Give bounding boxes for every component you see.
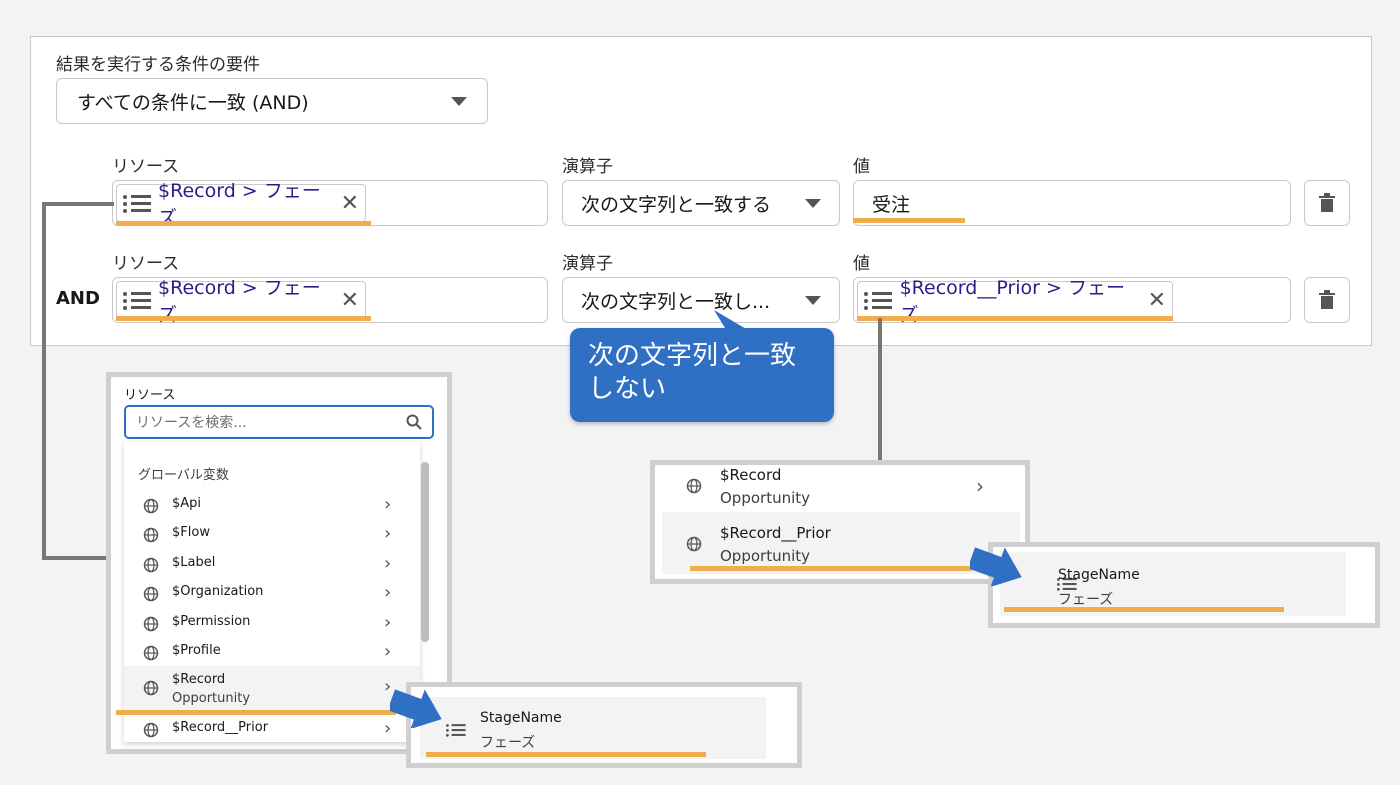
dropdown-item-name[interactable]: $Record [172, 672, 225, 687]
search-placeholder: リソースを検索... [136, 415, 247, 431]
record-item-name: $Record__Prior [720, 524, 831, 542]
highlight-underline [426, 752, 706, 757]
globe-icon [686, 478, 702, 494]
globe-icon [143, 645, 159, 661]
chevron-down-icon [451, 96, 467, 106]
resource-label: リソース [112, 157, 180, 177]
highlight-underline [116, 221, 371, 226]
list-icon [123, 192, 151, 214]
stage-sub: フェーズ [480, 735, 536, 751]
trash-icon [1319, 193, 1335, 212]
dropdown-item-highlight [124, 666, 420, 712]
chevron-right-icon[interactable]: › [384, 494, 391, 515]
globe-icon [686, 536, 702, 552]
close-icon[interactable]: ✕ [341, 191, 359, 216]
condition-logic-value: すべての条件に一致 (AND) [77, 91, 309, 114]
dropdown-label: リソース [124, 388, 176, 403]
operator-tooltip: 次の文字列と一致 しない [570, 328, 834, 422]
chevron-right-icon[interactable]: › [976, 474, 984, 498]
dropdown-item-sub: Opportunity [172, 691, 251, 706]
list-icon [123, 289, 151, 311]
tooltip-line1: 次の文字列と一致 [588, 341, 797, 371]
dropdown-item-name[interactable]: $Api [172, 496, 201, 511]
record-item-sub: Opportunity [720, 489, 811, 507]
value-label: 値 [853, 254, 870, 274]
stage-name: StageName [480, 710, 562, 726]
globe-icon [143, 498, 159, 514]
close-icon[interactable]: ✕ [1148, 288, 1166, 313]
chevron-down-icon [805, 295, 821, 305]
operator-select[interactable]: 次の文字列と一致する [562, 180, 840, 226]
value-label: 値 [853, 157, 870, 177]
list-icon [864, 289, 892, 311]
chevron-right-icon[interactable]: › [384, 612, 391, 633]
globe-icon [143, 616, 159, 632]
tooltip-line2: しない [588, 374, 667, 404]
resource-pill[interactable]: $Record > フェーズ ✕ [116, 277, 366, 326]
logic-and-label: AND [56, 288, 100, 309]
highlight-underline [116, 316, 371, 321]
scrollbar[interactable] [421, 462, 429, 642]
connector-line [42, 202, 46, 560]
condition-section-label: 結果を実行する条件の要件 [56, 55, 260, 75]
list-icon [446, 722, 466, 737]
resource-search-input[interactable]: リソースを検索... [124, 405, 434, 439]
operator-label: 演算子 [562, 254, 613, 274]
dropdown-item-name[interactable]: $Permission [172, 614, 250, 629]
group-heading: グローバル変数 [138, 468, 229, 483]
chevron-right-icon[interactable]: › [384, 523, 391, 544]
highlight-underline [857, 316, 1173, 321]
connector-line [878, 318, 882, 464]
search-icon [406, 414, 422, 430]
arrow-right-icon [390, 689, 442, 728]
globe-icon [143, 680, 159, 696]
value-pill[interactable]: $Record__Prior > フェーズ ✕ [857, 277, 1173, 326]
highlight-underline [1004, 607, 1284, 612]
stage-option[interactable] [420, 697, 766, 759]
resource-pill[interactable]: $Record > フェーズ ✕ [116, 180, 366, 229]
globe-icon [143, 722, 159, 738]
chevron-right-icon[interactable]: › [384, 553, 391, 574]
chevron-right-icon[interactable]: › [384, 582, 391, 603]
close-icon[interactable]: ✕ [341, 288, 359, 313]
record-item-sub: Opportunity [720, 547, 811, 565]
dropdown-item-name[interactable]: $Organization [172, 584, 263, 599]
dropdown-item-name[interactable]: $Flow [172, 525, 210, 540]
globe-icon [143, 586, 159, 602]
condition-logic-select[interactable]: すべての条件に一致 (AND) [56, 78, 488, 124]
delete-button[interactable] [1304, 277, 1350, 323]
resource-label: リソース [112, 254, 180, 274]
highlight-underline [690, 566, 972, 571]
highlight-underline [853, 218, 965, 223]
trash-icon [1319, 290, 1335, 309]
connector-line [42, 202, 114, 206]
dropdown-item-name[interactable]: $Profile [172, 643, 221, 658]
stage-name: StageName [1058, 567, 1140, 583]
stage-sub: フェーズ [1058, 592, 1114, 608]
value-text: 受注 [872, 193, 911, 216]
globe-icon [143, 557, 159, 573]
dropdown-item-name[interactable]: $Record__Prior [172, 720, 268, 735]
dropdown-item-name[interactable]: $Label [172, 555, 215, 570]
chevron-right-icon[interactable]: › [384, 641, 391, 662]
operator-label: 演算子 [562, 157, 613, 177]
chevron-down-icon [805, 198, 821, 208]
record-item-name: $Record [720, 466, 782, 484]
record-prior-option[interactable] [662, 512, 1020, 574]
arrow-right-icon [970, 547, 1022, 586]
connector-line [42, 556, 112, 560]
delete-button[interactable] [1304, 180, 1350, 226]
highlight-underline [116, 710, 396, 715]
globe-icon [143, 527, 159, 543]
operator-value: 次の文字列と一致する [581, 193, 772, 216]
